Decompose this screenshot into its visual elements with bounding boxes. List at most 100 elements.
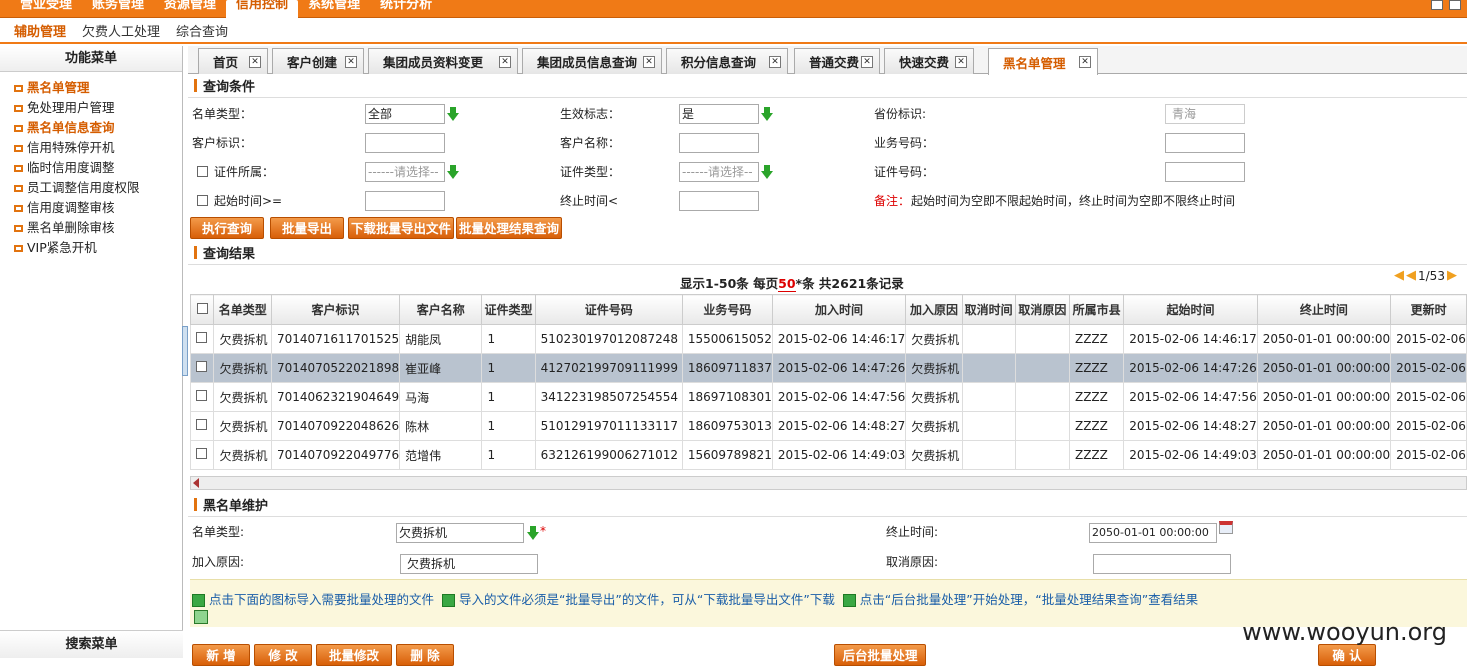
topnav-item[interactable]: 营业受理 (10, 0, 82, 18)
close-icon[interactable]: ✕ (955, 56, 967, 68)
dropdown-arrow-icon[interactable] (761, 171, 773, 179)
prev-page-icon[interactable]: ◀ (1406, 268, 1416, 283)
row-checkbox[interactable] (196, 419, 207, 430)
m-name-type-select[interactable]: 欠费拆机 (396, 523, 524, 543)
table-row[interactable]: 欠费拆机7014070922048626陈林151012919701113311… (191, 412, 1467, 441)
batch-result-query-button[interactable]: 批量处理结果查询 (456, 217, 562, 239)
close-icon[interactable]: ✕ (643, 56, 655, 68)
sidebar-item[interactable]: 黑名单管理 (14, 78, 182, 98)
dropdown-arrow-icon[interactable] (447, 171, 459, 179)
topnav-item[interactable]: 系统管理 (298, 0, 370, 18)
column-header[interactable]: 加入原因 (906, 295, 962, 325)
column-header[interactable]: 取消原因 (1015, 295, 1069, 325)
subnav-item[interactable]: 欠费人工处理 (74, 21, 168, 40)
sidebar-item[interactable]: 黑名单删除审核 (14, 218, 182, 238)
dropdown-arrow-icon[interactable] (447, 113, 459, 121)
tab-item[interactable]: 集团成员信息查询✕ (522, 48, 662, 74)
close-icon[interactable]: ✕ (861, 56, 873, 68)
start-time-input[interactable] (365, 191, 445, 211)
background-batch-button[interactable]: 后台批量处理 (834, 644, 926, 666)
sidebar-item[interactable]: 员工调整信用度权限 (14, 178, 182, 198)
topnav-item[interactable]: 账务管理 (82, 0, 154, 18)
tab-item[interactable]: 集团成员资料变更✕ (368, 48, 518, 74)
search-menu-button[interactable]: 搜索菜单 (0, 630, 183, 658)
column-header[interactable]: 客户标识 (271, 295, 399, 325)
batch-modify-button[interactable]: 批量修改 (316, 644, 392, 666)
modify-button[interactable]: 修 改 (254, 644, 312, 666)
row-checkbox[interactable] (196, 361, 207, 372)
cert-type-select[interactable]: ------请选择-- (679, 162, 759, 182)
dropdown-arrow-icon[interactable] (761, 113, 773, 121)
column-header[interactable]: 证件类型 (482, 295, 535, 325)
cert-number-input[interactable] (1165, 162, 1245, 182)
topnav-item[interactable]: 统计分析 (370, 0, 442, 18)
column-header[interactable]: 更新时 (1391, 295, 1467, 325)
sidebar-item[interactable]: 黑名单信息查询 (14, 118, 182, 138)
delete-button[interactable]: 删 除 (396, 644, 454, 666)
tab-item[interactable]: 积分信息查询✕ (666, 48, 788, 74)
scroll-left-icon[interactable] (193, 478, 199, 488)
exit-icon[interactable] (1449, 0, 1461, 10)
subnav-item[interactable]: 辅助管理 (6, 21, 74, 40)
execute-query-button[interactable]: 执行查询 (190, 217, 264, 239)
download-export-button[interactable]: 下载批量导出文件 (348, 217, 454, 239)
cert-owner-checkbox[interactable] (197, 166, 208, 177)
row-select-cell[interactable] (191, 412, 214, 441)
row-select-cell[interactable] (191, 383, 214, 412)
column-header[interactable]: 所属市县 (1069, 295, 1123, 325)
batch-export-button[interactable]: 批量导出 (270, 217, 344, 239)
horizontal-scrollbar[interactable] (190, 476, 1467, 490)
biz-number-input[interactable] (1165, 133, 1245, 153)
select-all-cell[interactable] (191, 295, 214, 325)
column-header[interactable]: 业务号码 (682, 295, 772, 325)
tab-item[interactable]: 快速交费✕ (884, 48, 974, 74)
column-header[interactable]: 证件号码 (535, 295, 682, 325)
end-time-input[interactable] (679, 191, 759, 211)
sidebar-item[interactable]: VIP紧急开机 (14, 238, 182, 258)
cert-owner-select[interactable]: ------请选择-- (365, 162, 445, 182)
row-select-cell[interactable] (191, 325, 214, 354)
effect-flag-select[interactable]: 是 (679, 104, 759, 124)
table-row[interactable]: 欠费拆机7014062321904649马海134122319850725455… (191, 383, 1467, 412)
column-header[interactable]: 终止时间 (1257, 295, 1390, 325)
name-type-select[interactable]: 全部 (365, 104, 445, 124)
tab-item[interactable]: 客户创建✕ (272, 48, 364, 74)
calendar-icon[interactable] (1219, 521, 1233, 534)
topnav-item[interactable]: 信用控制 (226, 0, 298, 18)
m-reason-select[interactable]: 欠费拆机 (400, 554, 538, 574)
select-all-checkbox[interactable] (197, 303, 208, 314)
tab-item[interactable]: 黑名单管理✕ (988, 48, 1098, 75)
subnav-item[interactable]: 综合查询 (168, 21, 236, 40)
column-header[interactable]: 起始时间 (1124, 295, 1257, 325)
topnav-item[interactable]: 资源管理 (154, 0, 226, 18)
tab-item[interactable]: 首页✕ (198, 48, 268, 74)
close-icon[interactable]: ✕ (345, 56, 357, 68)
column-header[interactable]: 取消时间 (962, 295, 1015, 325)
table-row[interactable]: 欠费拆机7014070922049776范增伟16321261990062710… (191, 441, 1467, 470)
close-icon[interactable]: ✕ (249, 56, 261, 68)
add-button[interactable]: 新 增 (192, 644, 250, 666)
column-header[interactable]: 客户名称 (400, 295, 482, 325)
user-icon[interactable] (1431, 0, 1443, 10)
column-header[interactable]: 名单类型 (214, 295, 272, 325)
m-cancel-reason-select[interactable] (1093, 554, 1231, 574)
upload-file-icon[interactable] (194, 610, 208, 624)
row-checkbox[interactable] (196, 390, 207, 401)
dropdown-arrow-icon[interactable] (527, 532, 539, 540)
table-row[interactable]: 欠费拆机7014071611701525胡能凤15102301970120872… (191, 325, 1467, 354)
m-end-time-input[interactable]: 2050-01-01 00:00:00 (1089, 523, 1217, 543)
page-size-input[interactable]: 50 (778, 276, 795, 292)
close-icon[interactable]: ✕ (769, 56, 781, 68)
column-header[interactable]: 加入时间 (772, 295, 905, 325)
sidebar-item[interactable]: 免处理用户管理 (14, 98, 182, 118)
table-row[interactable]: 欠费拆机7014070522021898崔亚峰14127021997091119… (191, 354, 1467, 383)
confirm-button[interactable]: 确 认 (1318, 644, 1376, 666)
close-icon[interactable]: ✕ (1079, 56, 1091, 68)
row-checkbox[interactable] (196, 332, 207, 343)
first-page-icon[interactable]: ◀ (1394, 268, 1404, 283)
next-page-icon[interactable]: ▶ (1447, 268, 1457, 283)
row-select-cell[interactable] (191, 354, 214, 383)
row-select-cell[interactable] (191, 441, 214, 470)
customer-id-input[interactable] (365, 133, 445, 153)
sidebar-item[interactable]: 信用度调整审核 (14, 198, 182, 218)
